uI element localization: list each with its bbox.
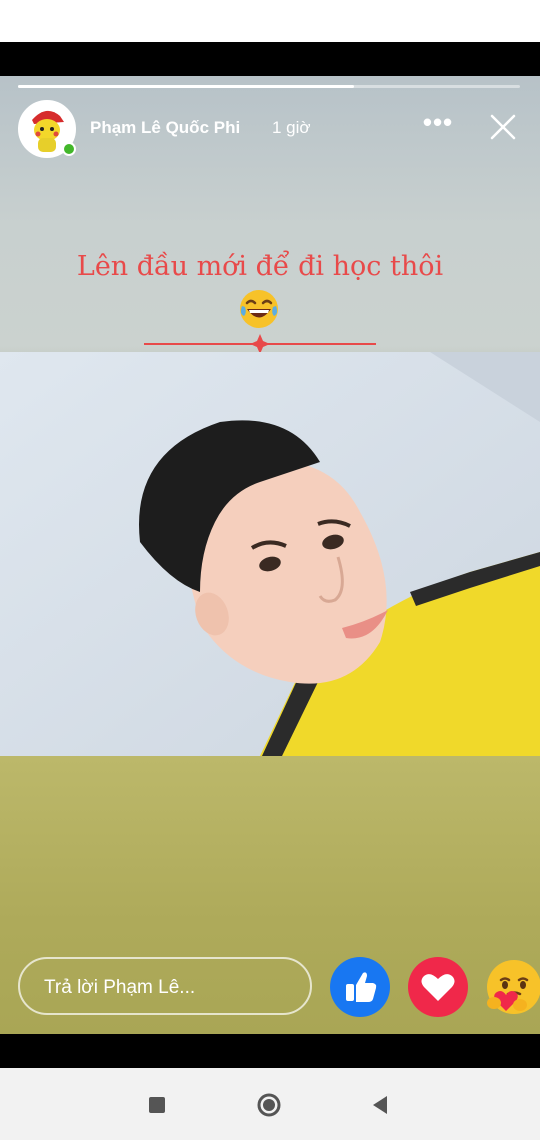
- reply-placeholder: Trả lời Phạm Lê...: [44, 977, 196, 998]
- story-author-name[interactable]: Phạm Lê Quốc Phi: [90, 118, 240, 138]
- story-caption: Lên đầu mới để đi học thôi: [76, 251, 444, 282]
- story-viewer[interactable]: Phạm Lê Quốc Phi 1 giờ ••• Lên đầu mới đ…: [0, 76, 540, 1034]
- like-reaction-button[interactable]: [330, 957, 390, 1017]
- laughing-emoji-icon: [238, 288, 280, 330]
- story-progress-track: [18, 85, 520, 88]
- care-reaction-button[interactable]: [484, 957, 540, 1017]
- online-status-dot: [62, 142, 76, 156]
- recents-icon[interactable]: [144, 1092, 170, 1118]
- love-icon: [421, 974, 455, 1001]
- top-letterbox: [0, 42, 540, 76]
- story-timestamp: 1 giờ: [272, 118, 311, 137]
- bottom-letterbox: [0, 1034, 540, 1068]
- love-reaction-button[interactable]: [408, 957, 468, 1017]
- system-nav-bar: [0, 1068, 540, 1140]
- care-icon: [487, 960, 540, 1014]
- status-bar: [0, 0, 540, 42]
- close-icon[interactable]: [486, 110, 520, 144]
- caption-divider: [144, 334, 376, 354]
- back-icon[interactable]: [368, 1092, 394, 1118]
- story-photo: [0, 352, 540, 756]
- selfie-image: [0, 352, 540, 756]
- like-icon: [346, 972, 377, 1002]
- home-icon[interactable]: [256, 1092, 282, 1118]
- reply-input[interactable]: Trả lời Phạm Lê...: [18, 957, 312, 1015]
- story-progress-fill: [18, 85, 355, 88]
- more-options-icon[interactable]: •••: [422, 109, 454, 140]
